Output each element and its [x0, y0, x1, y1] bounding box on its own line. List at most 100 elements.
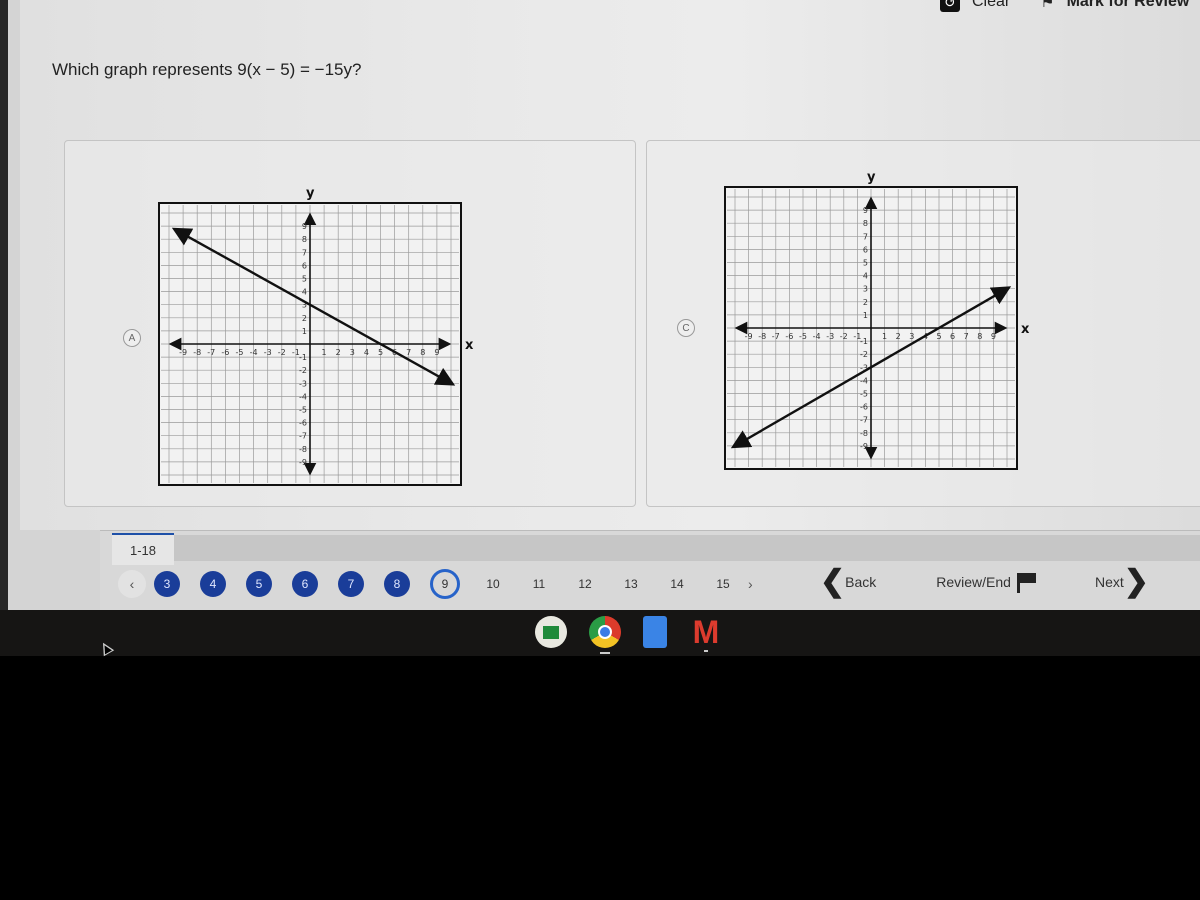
x-tick-label: -6: [221, 348, 229, 357]
x-tick-label: 5: [378, 348, 383, 357]
y-tick-label: -6: [860, 403, 868, 412]
nav-buttons: ❮ Back Review/End Next ❯: [820, 567, 1149, 597]
chevron-left-icon[interactable]: ‹: [118, 570, 146, 598]
x-tick-label: -6: [785, 332, 793, 341]
y-tick-label: -1: [299, 353, 307, 362]
y-tick-label: 6: [863, 245, 868, 254]
shelf-apps: M: [535, 616, 723, 654]
flag-icon: ⚑: [1040, 0, 1055, 11]
x-tick-label: 3: [909, 332, 914, 341]
exam-screen: ↺ Clear ⚑ Mark for Review Which graph re…: [0, 0, 1200, 611]
option-c-label: C: [682, 322, 690, 334]
option-c-radio[interactable]: C: [677, 319, 695, 337]
next-label: Next: [1094, 574, 1124, 590]
os-shelf: M: [0, 610, 1200, 656]
y-axis-label: y: [867, 170, 876, 185]
page-8-button[interactable]: 8: [384, 571, 410, 597]
chrome-icon[interactable]: [589, 616, 621, 654]
x-tick-label: -8: [193, 348, 201, 357]
review-end-label: Review/End: [936, 574, 1011, 590]
graph-a: xy-9-8-7-6-5-4-3-2-1123456789-9-8-7-6-5-…: [158, 186, 474, 486]
y-tick-label: 1: [302, 327, 307, 336]
top-toolbar: ↺ Clear ⚑ Mark for Review: [940, 0, 1189, 12]
pager: ‹ 3 4 5 6 7 8 9 10 11 12 13 14 15 ›: [118, 569, 753, 599]
x-axis-label: x: [1021, 322, 1030, 337]
x-tick-label: 3: [350, 348, 355, 357]
y-tick-label: -9: [860, 442, 868, 451]
back-chevron-icon: ❮: [820, 565, 846, 598]
back-label: Back: [845, 574, 877, 590]
x-tick-label: 9: [434, 348, 439, 357]
y-tick-label: -9: [299, 458, 307, 467]
y-tick-label: -2: [860, 350, 868, 359]
x-tick-label: -4: [250, 348, 258, 357]
answer-card-c[interactable]: C xy-9-8-7-6-5-4-3-2-1123456789-9-8-7-6-…: [646, 140, 1200, 507]
y-tick-label: -5: [860, 390, 868, 399]
y-tick-label: 9: [302, 222, 307, 231]
page-3-button[interactable]: 3: [154, 571, 180, 597]
chevron-right-icon[interactable]: ›: [748, 576, 753, 592]
y-tick-label: -8: [299, 445, 307, 454]
y-tick-label: 3: [863, 285, 868, 294]
page-5-button[interactable]: 5: [246, 571, 272, 597]
x-tick-label: 7: [964, 332, 969, 341]
y-tick-label: 4: [863, 272, 868, 281]
y-tick-label: 5: [863, 259, 868, 268]
x-tick-label: 9: [991, 332, 996, 341]
clear-icon[interactable]: ↺: [940, 0, 960, 12]
page-14-button[interactable]: 14: [664, 571, 690, 597]
y-tick-label: -8: [860, 429, 868, 438]
x-tick-label: 2: [896, 332, 901, 341]
page-11-button[interactable]: 11: [526, 571, 552, 597]
next-button[interactable]: Next ❯: [1095, 567, 1149, 597]
flag-icon: [1016, 573, 1037, 593]
x-tick-label: 2: [336, 348, 341, 357]
y-tick-label: 1: [863, 311, 868, 320]
y-tick-label: -4: [860, 376, 868, 385]
x-tick-label: 4: [364, 348, 369, 357]
y-tick-label: 2: [863, 298, 868, 307]
y-tick-label: -3: [299, 379, 307, 388]
y-tick-label: -6: [299, 419, 307, 428]
page-12-button[interactable]: 12: [572, 571, 598, 597]
x-tick-label: -2: [840, 332, 848, 341]
x-tick-label: -4: [813, 332, 821, 341]
x-axis-label: x: [465, 338, 474, 353]
page-7-button[interactable]: 7: [338, 571, 364, 597]
y-tick-label: 4: [302, 288, 307, 297]
question-content: ↺ Clear ⚑ Mark for Review Which graph re…: [20, 0, 1200, 530]
next-chevron-icon: ❯: [1123, 565, 1149, 598]
range-tab[interactable]: 1-18: [112, 533, 174, 565]
page-15-button[interactable]: 15: [710, 571, 736, 597]
screen-bezel: [0, 0, 8, 610]
x-tick-label: 5: [936, 332, 941, 341]
clear-button[interactable]: Clear: [972, 0, 1010, 11]
back-button[interactable]: ❮ Back: [820, 567, 876, 597]
page-13-button[interactable]: 13: [618, 571, 644, 597]
x-tick-label: 8: [420, 348, 425, 357]
review-end-button[interactable]: Review/End: [936, 573, 1037, 593]
mark-review-button[interactable]: Mark for Review: [1067, 0, 1190, 11]
x-tick-label: 7: [406, 348, 411, 357]
y-tick-label: -7: [299, 432, 307, 441]
docs-icon[interactable]: [643, 616, 667, 648]
page-9-button[interactable]: 9: [430, 569, 460, 599]
page-10-button[interactable]: 10: [480, 571, 506, 597]
y-tick-label: -2: [299, 366, 307, 375]
gmail-icon[interactable]: M: [689, 616, 723, 652]
y-tick-label: 2: [302, 314, 307, 323]
y-tick-label: -7: [860, 416, 868, 425]
y-axis-label: y: [306, 186, 315, 201]
x-tick-label: -8: [758, 332, 766, 341]
y-tick-label: 5: [302, 275, 307, 284]
x-tick-label: -2: [278, 348, 286, 357]
x-tick-label: 8: [977, 332, 982, 341]
y-tick-label: -1: [860, 337, 868, 346]
graph-c: xy-9-8-7-6-5-4-3-2-1123456789-9-8-7-6-5-…: [724, 170, 1030, 470]
y-tick-label: 8: [863, 219, 868, 228]
page-6-button[interactable]: 6: [292, 571, 318, 597]
answer-card-a[interactable]: A xy-9-8-7-6-5-4-3-2-1123456789-9-8-7-6-…: [64, 140, 636, 507]
page-4-button[interactable]: 4: [200, 571, 226, 597]
x-tick-label: -9: [745, 332, 753, 341]
classroom-icon[interactable]: [535, 616, 567, 648]
